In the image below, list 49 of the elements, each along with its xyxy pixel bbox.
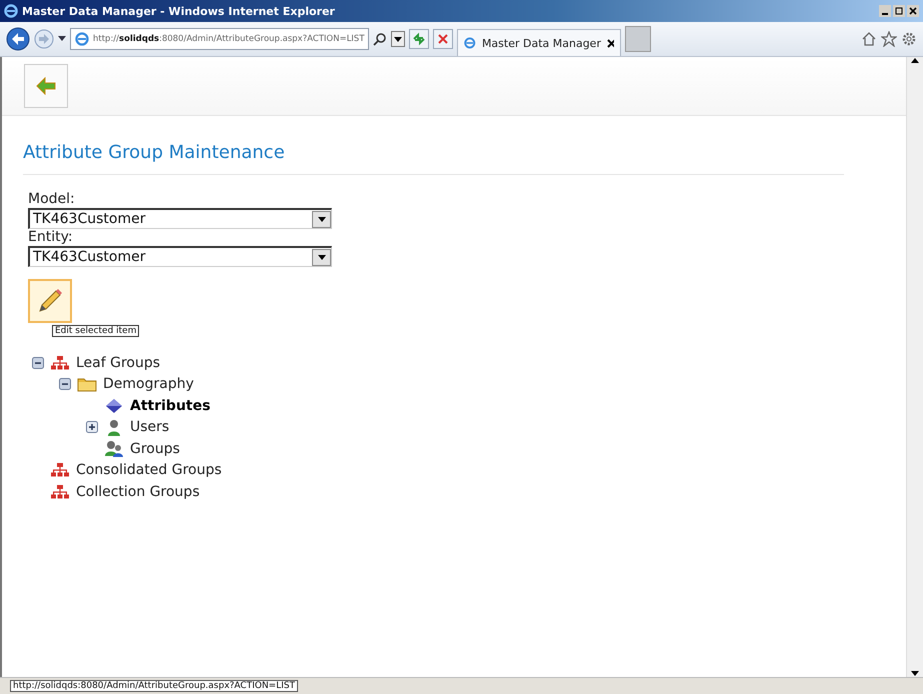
tree-item[interactable]: Attributes [130, 398, 210, 414]
close-icon[interactable] [907, 5, 919, 17]
tree-item[interactable]: Demography [103, 376, 194, 392]
back-icon[interactable] [6, 27, 30, 51]
left-arrow-icon [36, 77, 56, 95]
dropdown-icon[interactable] [391, 31, 406, 47]
collapse-icon[interactable] [58, 378, 70, 390]
page-icon [75, 32, 89, 46]
collapse-icon[interactable] [32, 356, 44, 369]
page-icon [464, 36, 476, 50]
page-heading: Attribute Group Maintenance [23, 142, 844, 175]
stop-icon[interactable] [433, 29, 454, 49]
browser-tab[interactable]: Master Data Manager [457, 29, 622, 56]
edit-button[interactable] [28, 279, 72, 323]
browser-logo-icon [4, 4, 18, 18]
field-label: Model: [28, 191, 76, 208]
settings-icon[interactable] [901, 31, 917, 47]
tree-item[interactable]: Consolidated Groups [76, 462, 222, 478]
tooltip: Edit selected item [52, 325, 140, 337]
diamond-icon [105, 398, 123, 414]
hierarchy-icon [51, 484, 69, 500]
expand-icon[interactable] [86, 421, 98, 434]
back-button[interactable] [24, 64, 68, 108]
status-text: http://solidqds:8080/Admin/AttributeGroup.aspx?ACTION=LIST [10, 680, 298, 692]
dropdown-arrow-icon[interactable] [318, 254, 326, 260]
dropdown-field[interactable]: TK463Customer [28, 246, 332, 267]
maximize-icon[interactable] [893, 5, 905, 17]
people-icon [104, 440, 124, 458]
person-icon [107, 418, 121, 436]
hierarchy-icon [51, 462, 69, 478]
tree-item[interactable]: Groups [130, 440, 180, 457]
close-icon[interactable] [606, 38, 614, 48]
folder-icon [77, 376, 97, 392]
dropdown-arrow-icon[interactable] [318, 216, 326, 222]
dropdown-field[interactable]: TK463Customer [28, 208, 332, 229]
search-icon[interactable] [373, 32, 388, 46]
home-icon[interactable] [861, 31, 877, 47]
tree-item[interactable]: Users [130, 419, 170, 436]
tree-item[interactable]: Collection Groups [76, 484, 200, 500]
vertical-scrollbar[interactable] [906, 57, 923, 677]
tree-item[interactable]: Leaf Groups [76, 354, 160, 371]
star-icon[interactable] [881, 31, 897, 47]
dropdown-icon[interactable] [58, 36, 66, 42]
hierarchy-icon [51, 354, 69, 371]
pencil-icon [36, 287, 64, 315]
minimize-icon[interactable] [879, 5, 891, 17]
window-title: Master Data Manager - Windows Internet Explorer [22, 4, 336, 18]
address-field[interactable]: http://solidqds:8080/Admin/AttributeGroup.aspx?ACTION=LIST [70, 28, 370, 50]
field-label: Entity: [28, 229, 74, 246]
